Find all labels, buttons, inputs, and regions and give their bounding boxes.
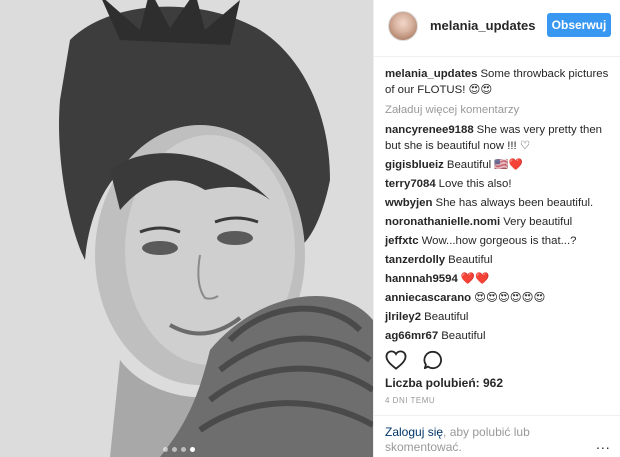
comment-item: anniecascarano 😍😍😍😍😍😍 <box>385 290 613 306</box>
comment-item: jeffxtc Wow...how gorgeous is that...? <box>385 233 613 249</box>
post-side-panel: melania_updates Obserwuj melania_updates… <box>373 0 620 457</box>
post-header: melania_updates Obserwuj <box>374 0 620 57</box>
comment-username[interactable]: noronathanielle.nomi <box>385 216 500 228</box>
more-options-icon[interactable]: ... <box>596 436 611 452</box>
carousel-dot <box>181 447 186 452</box>
comment-username[interactable]: jlriley2 <box>385 311 421 323</box>
likes-count[interactable]: Liczba polubień: 962 <box>385 376 503 390</box>
carousel-dot <box>172 447 177 452</box>
comment-item: gigisblueiz Beautiful 🇺🇸❤️ <box>385 157 613 173</box>
heart-icon[interactable] <box>385 350 407 370</box>
comment-item: wwbyjen She has always been beautiful. <box>385 195 613 211</box>
comment-username[interactable]: wwbyjen <box>385 197 432 209</box>
comment-username[interactable]: hannnah9594 <box>385 273 458 285</box>
comment-username[interactable]: jeffxtc <box>385 235 419 247</box>
comment-text: Beautiful <box>424 311 469 323</box>
comment-item: nancyrenee9188 She was very pretty then b… <box>385 122 613 154</box>
post-timestamp: 4 DNI TEMU <box>385 396 436 405</box>
comment-container: nancyrenee9188 She was very pretty then b… <box>385 122 613 344</box>
header-username[interactable]: melania_updates <box>430 18 536 33</box>
carousel-dot <box>163 447 168 452</box>
comment-username[interactable]: anniecascarano <box>385 292 471 304</box>
comment-item: jlriley2 Beautiful <box>385 309 613 325</box>
comment-text: Beautiful 🇺🇸❤️ <box>446 159 523 171</box>
carousel-indicator <box>163 447 195 452</box>
comment-username[interactable]: terry7084 <box>385 178 436 190</box>
comment-text: Wow...how gorgeous is that...? <box>421 235 577 247</box>
comment-text: Beautiful <box>448 254 493 266</box>
avatar[interactable] <box>388 11 418 41</box>
load-more-comments-link[interactable]: Załaduj więcej komentarzy <box>385 102 613 118</box>
comments-list: melania_updates Some throwback pictures o… <box>385 66 613 347</box>
comment-text: Love this also! <box>438 178 512 190</box>
comment-text: Beautiful <box>441 330 486 342</box>
comment-item: noronathanielle.nomi Very beautiful <box>385 214 613 230</box>
comment-bubble-icon[interactable] <box>423 350 443 370</box>
comment-item: hannnah9594 ❤️❤️ <box>385 271 613 287</box>
comment-username[interactable]: nancyrenee9188 <box>385 124 474 136</box>
comment-text: She has always been beautiful. <box>435 197 594 209</box>
comment-text: Very beautiful <box>503 216 573 228</box>
login-prompt: Zaloguj się, aby polubić lub skomentować… <box>385 425 585 455</box>
action-bar <box>385 348 443 372</box>
caption: melania_updates Some throwback pictures o… <box>385 66 613 98</box>
post-footer: Zaloguj się, aby polubić lub skomentować… <box>374 415 620 457</box>
comment-text: 😍😍😍😍😍😍 <box>474 292 546 304</box>
comment-username[interactable]: gigisblueiz <box>385 159 444 171</box>
comment-text: ❤️❤️ <box>460 273 490 285</box>
carousel-dot-active <box>190 447 195 452</box>
post-photo[interactable] <box>0 0 373 457</box>
comment-item: terry7084 Love this also! <box>385 176 613 192</box>
portrait-illustration <box>0 0 373 457</box>
comment-item: ag66mr67 Beautiful <box>385 328 613 344</box>
login-link[interactable]: Zaloguj się <box>385 425 443 439</box>
comment-item: tanzerdolly Beautiful <box>385 252 613 268</box>
follow-button[interactable]: Obserwuj <box>547 13 611 37</box>
comment-username[interactable]: ag66mr67 <box>385 330 438 342</box>
comment-username[interactable]: tanzerdolly <box>385 254 445 266</box>
caption-username[interactable]: melania_updates <box>385 68 477 80</box>
